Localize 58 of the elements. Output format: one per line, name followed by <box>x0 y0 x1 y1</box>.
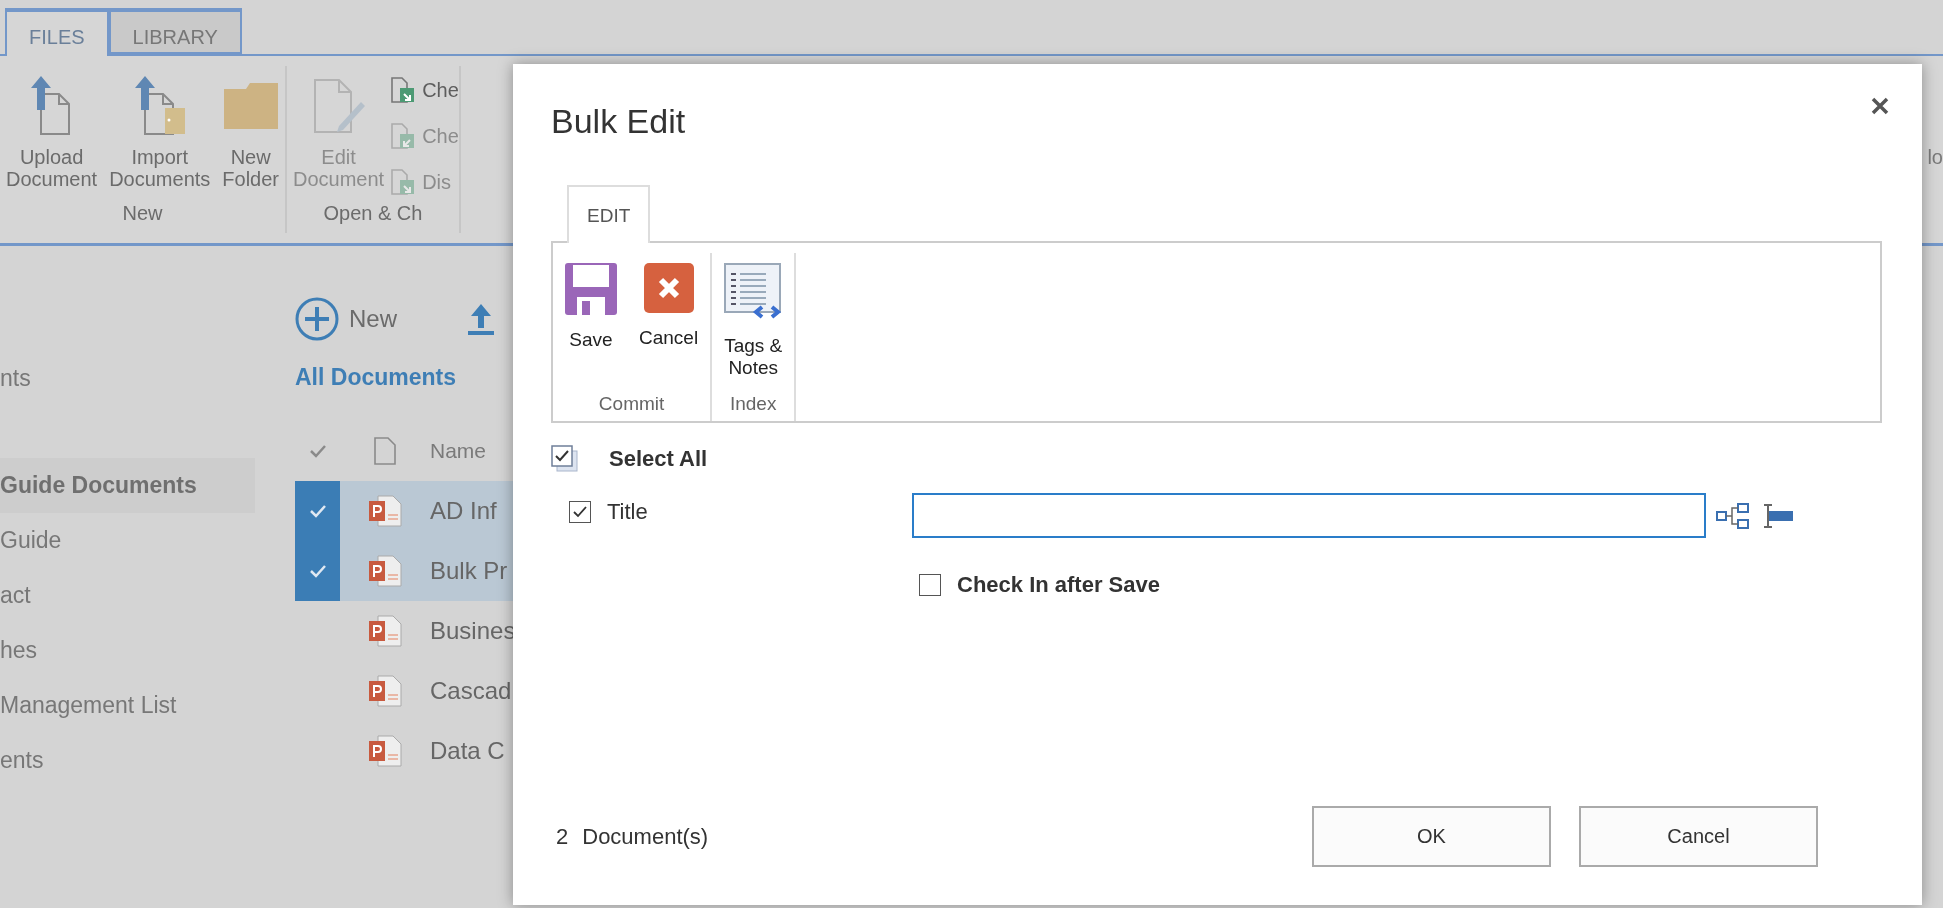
ribbon-button[interactable]: Import Documents <box>103 66 217 202</box>
new-button[interactable]: New <box>295 297 397 341</box>
ribbon-group-label: New <box>121 202 164 226</box>
document-count: 2 <box>556 823 569 850</box>
select-all-label: Select All <box>609 446 708 472</box>
plus-circle-icon <box>295 297 339 341</box>
save-icon <box>565 263 617 315</box>
ribbon-button[interactable]: lo <box>1927 146 1943 169</box>
field-label: Title <box>607 499 648 525</box>
checkbox[interactable] <box>569 501 591 523</box>
presentation-file-icon <box>368 555 402 587</box>
check-icon <box>308 504 327 518</box>
nav-item[interactable]: Guide <box>0 513 255 568</box>
nav-item[interactable]: hes <box>0 623 255 678</box>
nav-item[interactable]: act <box>0 568 255 623</box>
ribbon-button[interactable]: New Folder <box>216 66 285 202</box>
import-documents-icon <box>132 74 187 136</box>
check-icon[interactable] <box>308 444 327 458</box>
check-icon <box>572 505 588 519</box>
ribbon-button[interactable]: Save <box>559 253 623 393</box>
column-header[interactable]: Name <box>430 439 487 463</box>
checkbox-label: Check In after Save <box>957 572 1160 598</box>
check-icon <box>308 564 327 578</box>
dialog-title: Bulk Edit <box>551 102 687 141</box>
ribbon-button[interactable]: Tags & Notes <box>718 253 789 393</box>
tags-notes-icon <box>724 263 783 321</box>
ribbon-group-label: Open & Ch <box>322 202 424 226</box>
nav-item[interactable]: Management List <box>0 678 255 733</box>
document-count-label: Document(s) <box>582 823 709 850</box>
document-icon <box>374 437 396 465</box>
checkbox[interactable] <box>919 574 941 596</box>
cancel-icon <box>643 263 694 313</box>
dialog-button[interactable]: Cancel <box>1579 806 1818 867</box>
list-row[interactable]: Cascad <box>295 661 535 721</box>
hierarchy-icon[interactable] <box>1716 503 1750 529</box>
ribbon-group-label: Index <box>728 393 778 416</box>
ribbon-tab[interactable]: EDIT <box>567 185 651 243</box>
ribbon-small-button[interactable]: Che <box>390 76 459 104</box>
text-field-icon[interactable] <box>1762 503 1794 529</box>
ribbon-button[interactable]: Cancel <box>633 253 705 393</box>
list-row[interactable]: Data C <box>295 721 535 781</box>
input-field[interactable] <box>912 493 1706 538</box>
presentation-file-icon <box>368 495 402 527</box>
presentation-file-icon <box>368 735 402 767</box>
ribbon-tab[interactable]: LIBRARY <box>108 8 242 54</box>
nav-item[interactable]: nts <box>0 351 255 406</box>
dialog-button[interactable]: OK <box>1312 806 1551 867</box>
close-icon <box>1870 96 1890 116</box>
presentation-file-icon <box>368 615 402 647</box>
presentation-file-icon <box>368 675 402 707</box>
nav-item[interactable]: ents <box>0 733 255 788</box>
list-row[interactable]: Busines <box>295 601 535 661</box>
ribbon-button[interactable]: Upload Document <box>0 66 104 202</box>
nav-item[interactable]: Guide Documents <box>0 458 255 513</box>
ribbon-tab[interactable]: FILES <box>5 8 109 56</box>
ribbon-group-label: Commit <box>597 393 666 416</box>
select-all-icon[interactable] <box>551 445 579 473</box>
upload-icon[interactable] <box>467 302 495 336</box>
